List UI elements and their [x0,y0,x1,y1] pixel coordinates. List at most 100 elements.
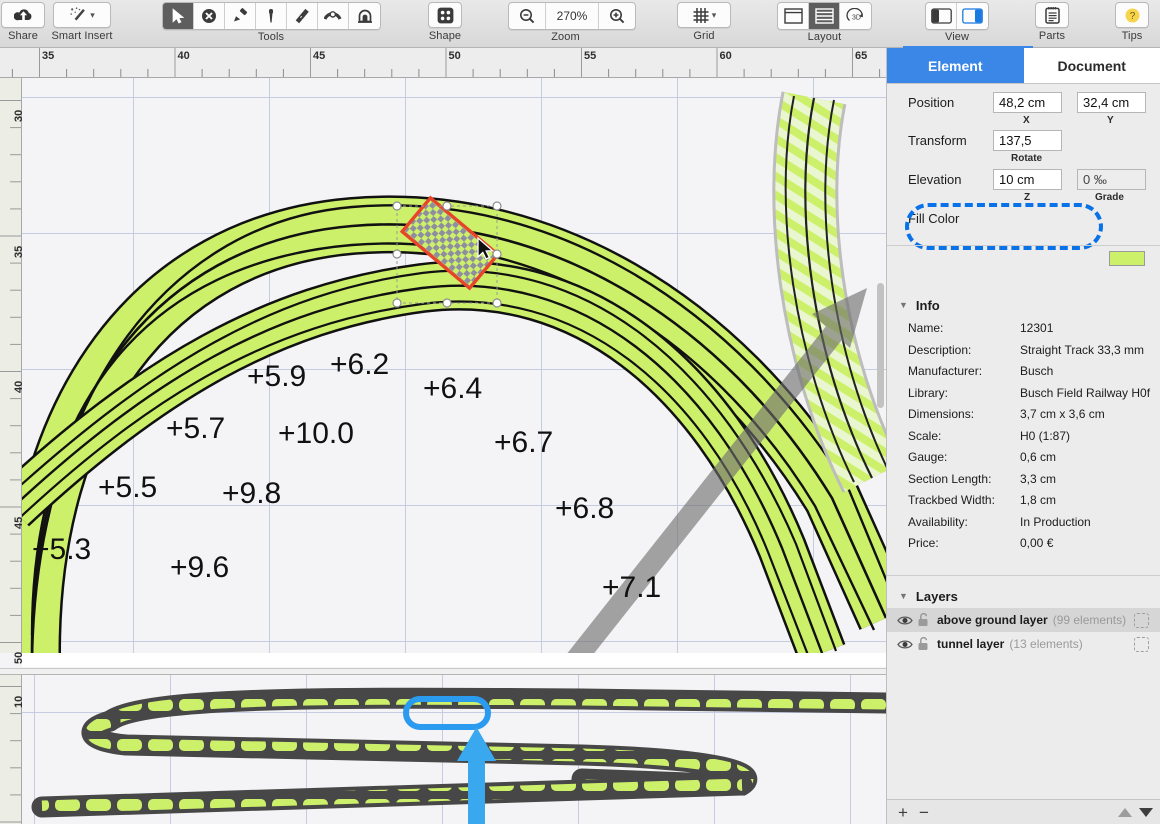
view-sidebar-left-button[interactable] [926,3,957,29]
triangle-down-icon[interactable] [1139,808,1153,817]
position-x-unit-label: X [1023,115,1030,126]
grade-unit-label: Grade [1095,192,1124,203]
position-y-input[interactable]: 32,4 cm [1077,92,1146,113]
zoom-in-icon [609,8,625,24]
triangle-up-icon[interactable] [1118,808,1132,817]
h-ruler-label: 55 [584,50,596,62]
horizontal-ruler-ticks [0,48,886,78]
transform-rotate-input[interactable]: 137,5 [993,130,1062,151]
h-ruler-label: 45 [313,50,325,62]
triangle-down-icon: ▼ [899,591,908,601]
flex-track-icon [324,9,342,23]
view-sidebar-right-button[interactable] [957,3,988,29]
vertical-ruler-ticks [0,78,22,653]
info-key: Gauge: [908,450,947,464]
info-row: Availability:In Production [887,515,1160,537]
view-segmented-control [925,2,989,30]
grid-hash-icon [692,7,709,24]
info-row: Scale:H0 (1:87) [887,429,1160,451]
tool-flex-track[interactable] [318,3,349,29]
tool-delete[interactable] [194,3,225,29]
info-key: Name: [908,321,943,335]
layers-section-header[interactable]: ▼ Layers [887,585,1160,607]
layout-single-icon [784,8,803,24]
track-plan-view[interactable]: +5.9+6.2+6.4+5.7+10.0+6.7+5.5+9.8+6.8+5.… [22,78,886,653]
vertical-ruler[interactable]: 3035404550 [0,78,22,653]
elevation-side-view[interactable]: 10 [0,675,886,824]
shape-button[interactable] [428,2,462,28]
info-row: Trackbed Width:1,8 cm [887,493,1160,515]
layout-split-button[interactable] [809,3,840,29]
toolbar-caption-share: Share [0,30,46,42]
toolbar-caption-view: View [920,31,994,43]
layer-target-box[interactable] [1134,637,1149,652]
toolbar-caption-layout: Layout [772,31,877,43]
layer-element-count: (13 elements) [1009,637,1082,651]
layout-single-button[interactable] [778,3,809,29]
arrow-select-icon [171,8,186,24]
elevation-value-label: +6.8 [555,492,614,525]
fill-color-swatch[interactable] [1109,251,1145,266]
tool-tunnel-portal[interactable] [349,3,380,29]
unlock-icon[interactable] [916,637,930,651]
elevation-drawing [22,675,886,824]
add-layer-button[interactable]: + [898,804,908,821]
toolbar-group-tools: Tools [162,2,380,43]
toolbar-group-shape: Shape [421,2,469,42]
zoom-level-value[interactable]: 270% [545,3,599,29]
grid-button[interactable]: ▾ [677,2,731,28]
info-key: Dimensions: [908,407,974,421]
vertical-scrollbar-thumb[interactable] [877,283,884,408]
share-button[interactable] [1,2,45,28]
zoom-in-button[interactable] [599,3,635,29]
info-list: Name:12301Description:Straight Track 33,… [887,321,1160,558]
eye-icon[interactable] [897,615,913,626]
info-section-title: Info [916,298,940,313]
grade-input[interactable]: 0 ‰ [1077,169,1146,190]
info-section-header[interactable]: ▼ Info [887,294,1160,316]
tool-arrow-select[interactable] [163,3,194,29]
info-value: 3,7 cm x 3,6 cm [1020,407,1105,421]
elevation-value-label: +6.7 [494,426,553,459]
toolbar-caption-smart-insert: Smart Insert [46,30,118,42]
elevation-drawing-area[interactable] [22,675,886,824]
track-plan-canvas-area[interactable]: 35404550556065 3035404550 [0,48,886,824]
tips-button[interactable]: ? [1115,2,1149,28]
unlock-icon[interactable] [916,613,930,627]
position-x-input[interactable]: 48,2 cm [993,92,1062,113]
layout-segmented-control: 3D [777,2,872,30]
info-value: Straight Track 33,3 mm [1020,343,1144,357]
tool-eyedropper[interactable] [256,3,287,29]
info-row: Description:Straight Track 33,3 mm [887,343,1160,365]
layer-row[interactable]: tunnel layer(13 elements) [887,632,1160,656]
zoom-out-button[interactable] [509,3,545,29]
horizontal-scroll-area [22,653,886,667]
tool-paintbrush[interactable] [225,3,256,29]
elevation-z-unit-label: Z [1024,192,1030,203]
elevation-z-input[interactable]: 10 cm [993,169,1062,190]
toolbar-caption-grid: Grid [671,30,737,42]
smart-insert-button[interactable]: ▾ [53,2,111,28]
tab-element[interactable]: Element [887,48,1024,83]
position-y-unit-label: Y [1107,115,1114,126]
property-row-fill-color: Fill Color [887,208,1160,234]
eye-icon[interactable] [897,639,913,650]
property-row-position: Position 48,2 cm 32,4 cm X Y [887,92,1160,118]
toolbar-group-grid: ▾ Grid [671,2,737,42]
remove-layer-button[interactable]: − [919,804,929,821]
elevation-vertical-ruler[interactable]: 10 [0,675,22,824]
view-splitter[interactable] [0,668,886,675]
tab-document[interactable]: Document [1024,48,1160,83]
info-row: Manufacturer:Busch [887,364,1160,386]
toolbar-group-view: View [920,2,994,43]
layout-3d-button[interactable]: 3D [840,3,871,29]
info-key: Manufacturer: [908,364,982,378]
layer-target-box[interactable] [1134,613,1149,628]
parts-button[interactable] [1035,2,1069,28]
tool-ruler[interactable] [287,3,318,29]
h-ruler-label: 35 [42,50,54,62]
toolbar-caption-shape: Shape [421,30,469,42]
horizontal-ruler[interactable]: 35404550556065 [0,48,886,78]
height-adjust-arrow[interactable] [457,727,496,824]
layer-row[interactable]: above ground layer(99 elements) [887,608,1160,632]
